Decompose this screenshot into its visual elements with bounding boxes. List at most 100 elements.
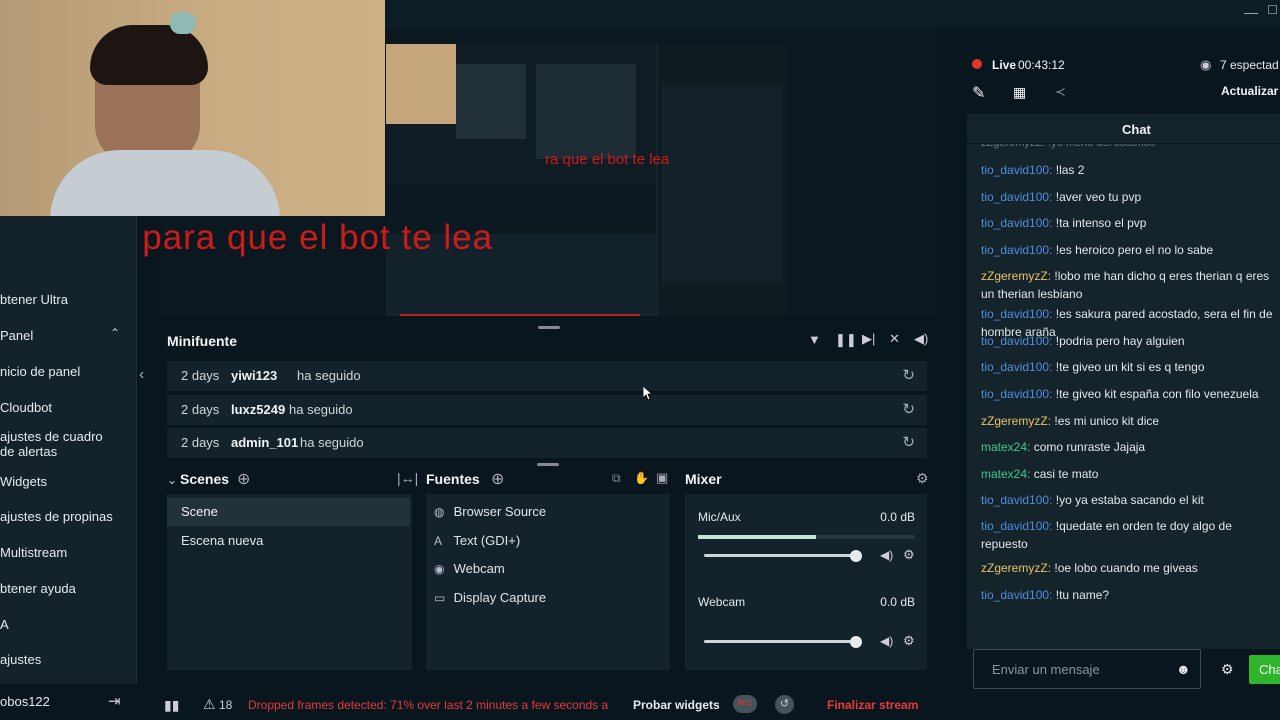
event-action: ha seguido [300, 435, 364, 450]
volume-slider[interactable] [704, 554, 856, 557]
logout-icon[interactable]: ⇥ [108, 692, 121, 710]
chat-text: !es mi unico kit dice [1054, 414, 1160, 428]
add-folder-icon[interactable]: ▣ [656, 470, 668, 486]
speaker-icon[interactable]: ◀) [880, 634, 893, 648]
chat-text: casi te mato [1033, 467, 1099, 481]
chevron-up-icon[interactable]: ⌃ [110, 326, 120, 340]
chat-message: tio_david100: !las 2 [981, 163, 1085, 177]
emoji-icon[interactable]: ☻ [1176, 661, 1191, 677]
send-chat-button[interactable]: Cha [1249, 655, 1280, 684]
chat-text: !es heroico pero el no lo sabe [1055, 243, 1214, 257]
gear-icon[interactable]: ⚙ [1221, 661, 1234, 678]
sidebar-item-inicio[interactable]: nicio de panel [0, 364, 80, 379]
chat-username[interactable]: tio_david100 [981, 519, 1049, 533]
sidebar-item-cloudbot[interactable]: Cloudbot [0, 400, 52, 415]
collapse-sidebar-icon[interactable]: ‹ [139, 366, 144, 384]
sidebar-item-widgets[interactable]: Widgets [0, 474, 47, 489]
chat-username[interactable]: tio_david100 [981, 360, 1049, 374]
add-source-icon[interactable]: ⊕ [491, 469, 504, 489]
mixer-channel-level: 0.0 dB [880, 595, 915, 609]
sidebar-item-panel[interactable]: Panel [0, 328, 33, 343]
chat-box: Chat zZgeremyzZ: !yo meno del costmos ti… [967, 114, 1280, 649]
rec-button[interactable]: REC [733, 695, 757, 713]
resize-handle[interactable] [537, 463, 559, 466]
chat-username[interactable]: tio_david100 [981, 190, 1049, 204]
scene-item[interactable]: Scene [181, 504, 218, 519]
chevron-down-icon[interactable]: ⌄ [167, 473, 177, 487]
skip-icon[interactable]: ▶| [862, 331, 875, 347]
scene-transition-icon[interactable]: |↔| [397, 470, 418, 486]
chat-username[interactable]: tio_david100 [981, 493, 1049, 507]
replay-icon[interactable]: ↻ [902, 366, 915, 384]
mute-alerts-icon[interactable]: ✕ [889, 331, 900, 347]
gear-icon[interactable]: ⚙ [916, 470, 929, 487]
replay-icon[interactable]: ↻ [902, 433, 915, 451]
chat-username[interactable]: zZgeremyzZ [981, 561, 1048, 575]
chat-username[interactable]: tio_david100 [981, 163, 1049, 177]
scene-item[interactable]: Escena nueva [181, 533, 263, 548]
chat-username[interactable]: zZgeremyzZ [981, 414, 1048, 428]
source-item[interactable]: ◉ Webcam [434, 561, 505, 576]
chat-message: tio_david100: !aver veo tu pvp [981, 190, 1142, 204]
gear-icon[interactable]: ⚙ [903, 547, 915, 563]
test-widgets-button[interactable]: Probar widgets [633, 698, 720, 712]
chat-message: zZgeremyzZ: !oe lobo cuando me giveas [981, 561, 1198, 575]
replay-buffer-icon[interactable]: ↺ [775, 695, 794, 714]
sidebar-item-ultra[interactable]: btener Ultra [0, 292, 68, 307]
chat-username[interactable]: tio_david100 [981, 387, 1049, 401]
chat-username[interactable]: tio_david100 [981, 588, 1049, 602]
event-row: 2 days luxz5249 ha seguido ↻ [167, 395, 927, 425]
share-icon[interactable]: ≺ [1055, 84, 1066, 100]
source-item[interactable]: A Text (GDI+) [434, 533, 520, 548]
sidebar-item-a[interactable]: A [0, 617, 9, 632]
minimize-icon[interactable]: — [1244, 4, 1258, 20]
end-stream-button[interactable]: Finalizar stream [827, 698, 918, 712]
filter-icon[interactable]: ▼ [808, 332, 821, 347]
webcam-icon: ◉ [434, 562, 445, 576]
volume-slider-knob[interactable] [850, 636, 862, 648]
event-row: 2 days admin_101 ha seguido ↻ [167, 428, 927, 458]
text-icon: A [434, 534, 443, 548]
volume-slider-knob[interactable] [850, 550, 862, 562]
chat-text: !ta intenso el pvp [1055, 216, 1147, 230]
chat-username[interactable]: zZgeremyzZ [981, 269, 1048, 283]
chat-input-box[interactable]: Enviar un mensaje ☻ [973, 649, 1201, 689]
chat-input[interactable]: Enviar un mensaje [992, 662, 1100, 677]
folder-icon[interactable]: ⧉ [612, 471, 621, 486]
chat-username[interactable]: tio_david100 [981, 216, 1049, 230]
minifuente-panel: Minifuente ▼ ❚❚ ▶| ✕ ◀) 2 days yiwi123 h… [152, 324, 951, 458]
clapper-icon[interactable]: ▦ [1013, 84, 1026, 101]
source-item[interactable]: ▭ Display Capture [434, 590, 546, 605]
chat-username[interactable]: tio_david100 [981, 307, 1049, 321]
chat-message: zZgeremyzZ: !es mi unico kit dice [981, 414, 1160, 428]
pause-icon[interactable]: ❚❚ [835, 332, 857, 348]
sidebar-item-propinas[interactable]: ajustes de propinas [0, 509, 113, 524]
stats-icon[interactable]: ▮▮ [164, 697, 179, 714]
chat-username[interactable]: tio_david100 [981, 334, 1049, 348]
chat-username[interactable]: matex24 [981, 467, 1027, 481]
sources-title: Fuentes [426, 471, 480, 487]
chat-username[interactable]: matex24 [981, 440, 1027, 454]
speaker-icon[interactable]: ◀) [880, 548, 893, 562]
sidebar-user[interactable]: obos122 [0, 694, 50, 709]
chat-message: matex24: como runraste Jajaja [981, 440, 1146, 454]
sidebar-item-ajustes[interactable]: ajustes [0, 652, 41, 667]
update-button[interactable]: Actualizar [1221, 84, 1278, 98]
gear-icon[interactable]: ⚙ [903, 633, 915, 649]
maximize-icon[interactable]: ☐ [1267, 3, 1278, 17]
grab-icon[interactable]: ✋ [634, 471, 649, 485]
dropped-frames-warning[interactable]: Dropped frames detected: 71% over last 2… [248, 698, 620, 712]
sidebar-item-alertas[interactable]: ajustes de cuadro de alertas [0, 429, 120, 459]
event-time: 2 days [181, 435, 220, 450]
volume-slider[interactable] [704, 640, 856, 643]
chat-username[interactable]: tio_david100 [981, 243, 1049, 257]
sidebar-item-multistream[interactable]: Multistream [0, 545, 67, 560]
add-scene-icon[interactable]: ⊕ [237, 469, 250, 489]
sidebar-item-ayuda[interactable]: btener ayuda [0, 581, 76, 596]
edit-icon[interactable]: ✎ [972, 83, 985, 103]
replay-icon[interactable]: ↻ [902, 400, 915, 418]
volume-icon[interactable]: ◀) [914, 331, 928, 347]
chat-text: !las 2 [1055, 163, 1085, 177]
source-item[interactable]: ◍ Browser Source [434, 504, 546, 519]
warning-icon[interactable]: ⚠ [203, 696, 216, 713]
